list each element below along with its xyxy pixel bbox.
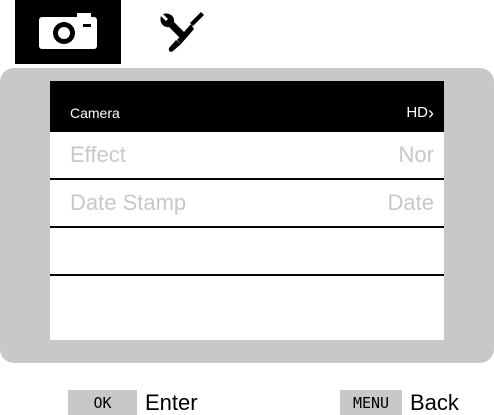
tab-settings[interactable] (136, 0, 226, 64)
menu-item-label: Effect (70, 142, 126, 167)
menu-header: Camera HD › (50, 81, 444, 132)
menu-key[interactable]: MENU (340, 390, 402, 415)
menu-item-empty (50, 276, 444, 324)
menu-item-label: Date Stamp (70, 190, 187, 215)
menu-item-empty (50, 228, 444, 276)
back-hint-label: Back (410, 390, 459, 415)
menu-list: Camera HD › Effect Nor Date Stamp Date (50, 81, 444, 340)
tab-camera[interactable] (15, 0, 121, 64)
menu-hint[interactable]: MENU Back (340, 390, 459, 415)
menu-title: Camera (70, 104, 120, 121)
menu-item-value: Date (387, 190, 434, 215)
menu-item-value: Nor (398, 142, 434, 167)
settings-panel: Camera HD › Effect Nor Date Stamp Date (0, 68, 494, 363)
menu-item-date-stamp[interactable]: Date Stamp Date (50, 180, 444, 228)
resolution-value: HD (406, 104, 428, 121)
ok-key[interactable]: OK (68, 390, 137, 415)
ok-hint[interactable]: OK Enter (68, 390, 198, 415)
ok-hint-label: Enter (145, 390, 198, 415)
menu-item-effect[interactable]: Effect Nor (50, 132, 444, 180)
menu-header-value: HD › (406, 104, 434, 122)
chevron-right-icon: › (428, 102, 434, 123)
camera-icon (37, 13, 99, 51)
tools-icon (157, 10, 205, 54)
